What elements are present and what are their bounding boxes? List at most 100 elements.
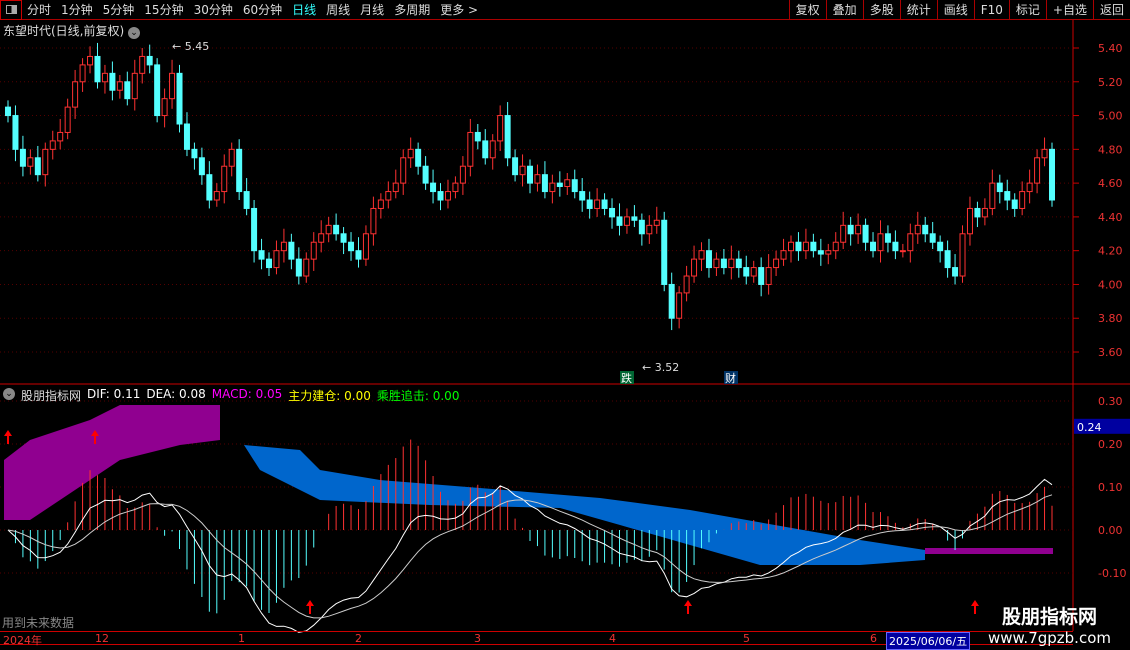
candle-body: [191, 148, 198, 159]
candle-body: [57, 131, 64, 142]
candle-body: [795, 241, 802, 252]
candle-body: [713, 258, 720, 269]
candle-body: [452, 182, 459, 193]
candle-body: [728, 258, 735, 269]
candle-body: [243, 191, 250, 209]
candle-body: [504, 115, 511, 159]
candle-body: [146, 55, 153, 66]
candle-body: [377, 199, 384, 209]
zljc-value: 主力建仓: 0.00: [288, 389, 371, 403]
candle-body: [586, 199, 593, 209]
candle-body: [131, 72, 138, 100]
candle-body: [556, 182, 563, 187]
dea-value: DEA: 0.08: [146, 387, 206, 401]
candle-body: [564, 179, 571, 187]
candle-body: [810, 241, 817, 252]
date-label: 12: [95, 632, 109, 645]
candle-body: [183, 123, 190, 150]
candle-body: [94, 55, 101, 83]
candle-body: [661, 219, 668, 285]
candle-body: [705, 250, 712, 269]
candle-body: [512, 157, 519, 176]
candle-body: [295, 258, 302, 277]
candle-body: [422, 165, 429, 184]
chevron-down-icon[interactable]: ⌄: [3, 388, 15, 400]
candle-body: [415, 148, 422, 167]
indicator-name[interactable]: 股朋指标网: [21, 387, 81, 404]
candle-body: [527, 165, 533, 184]
candle-body: [1004, 191, 1011, 201]
candle-body: [996, 182, 1003, 193]
buy-arrow-icon: [4, 430, 12, 444]
candle-body: [101, 72, 108, 83]
candle-body: [884, 233, 891, 243]
buy-arrow-icon: [684, 600, 692, 614]
candle-body: [631, 216, 638, 221]
candle-body: [735, 258, 742, 269]
candle-body: [318, 233, 325, 243]
watermark-name: 股朋指标网: [1001, 606, 1097, 628]
candle-body: [601, 199, 608, 209]
indicator-tick-label: 0.00: [1098, 524, 1123, 537]
candle-body: [549, 182, 556, 193]
candle-body: [646, 224, 653, 235]
candle-body: [929, 233, 936, 243]
candle-body: [251, 207, 258, 252]
candle-body: [691, 258, 698, 277]
date-label: 3: [474, 632, 481, 645]
current-value: 0.24: [1077, 421, 1102, 434]
indicator-tick-label: -0.10: [1098, 567, 1126, 580]
cloud-band-blue: [244, 445, 925, 565]
candle-body: [788, 241, 794, 252]
candle-body: [79, 64, 86, 83]
candle-body: [154, 64, 161, 117]
candle-body: [952, 267, 959, 277]
candle-body: [228, 148, 235, 167]
candle-body: [840, 224, 847, 243]
candle-body: [1019, 191, 1026, 209]
candle-body: [1041, 148, 1048, 159]
chart-canvas[interactable]: 5.40 5.20 5.00 4.80 4.60 4.40 4.20 4.00 3.80 3.60…: [0, 0, 1130, 650]
candle-body: [1034, 157, 1041, 184]
candle-body: [370, 207, 377, 235]
candle-body: [922, 224, 929, 235]
candle-body: [362, 233, 369, 260]
date-label: 4: [609, 632, 616, 645]
candle-body: [683, 275, 690, 294]
candle-body: [519, 165, 526, 176]
candle-body: [743, 267, 750, 277]
candle-body: [653, 219, 660, 226]
price-tick-label: 5.00: [1098, 110, 1123, 123]
candle-body: [430, 182, 437, 193]
candle-body: [959, 233, 966, 277]
date-axis: 2024年 12 1 2 3 4 5 6 2025/06/06/五: [0, 631, 1073, 650]
buy-arrow-icon: [971, 600, 979, 614]
candle-body: [750, 267, 757, 277]
candle-body: [385, 191, 392, 201]
candle-body: [698, 250, 705, 260]
candle-body: [534, 174, 541, 184]
candle-body: [765, 267, 772, 285]
candle-body: [1026, 182, 1033, 193]
candle-body: [802, 241, 809, 252]
candle-body: [444, 191, 451, 201]
candle-body: [288, 241, 295, 260]
candle-body: [325, 224, 332, 235]
price-tick-label: 4.40: [1098, 211, 1123, 224]
event-mark-die: 跌: [621, 371, 632, 385]
price-tick-label: 5.20: [1098, 76, 1123, 89]
candle-body: [407, 148, 414, 159]
candle-body: [72, 81, 79, 108]
indicator-tick-label: 0.10: [1098, 481, 1123, 494]
candle-body: [109, 72, 116, 91]
candle-body: [668, 283, 675, 319]
high-label: ← 5.45: [172, 40, 209, 53]
candle-body: [124, 81, 131, 100]
indicator-tick-label: 0.30: [1098, 395, 1123, 408]
candle-body: [944, 250, 951, 269]
candle-body: [638, 219, 645, 235]
candle-body: [310, 241, 317, 260]
candle-body: [877, 233, 884, 252]
low-label: ← 3.52: [642, 361, 679, 374]
candle-body: [832, 241, 839, 252]
